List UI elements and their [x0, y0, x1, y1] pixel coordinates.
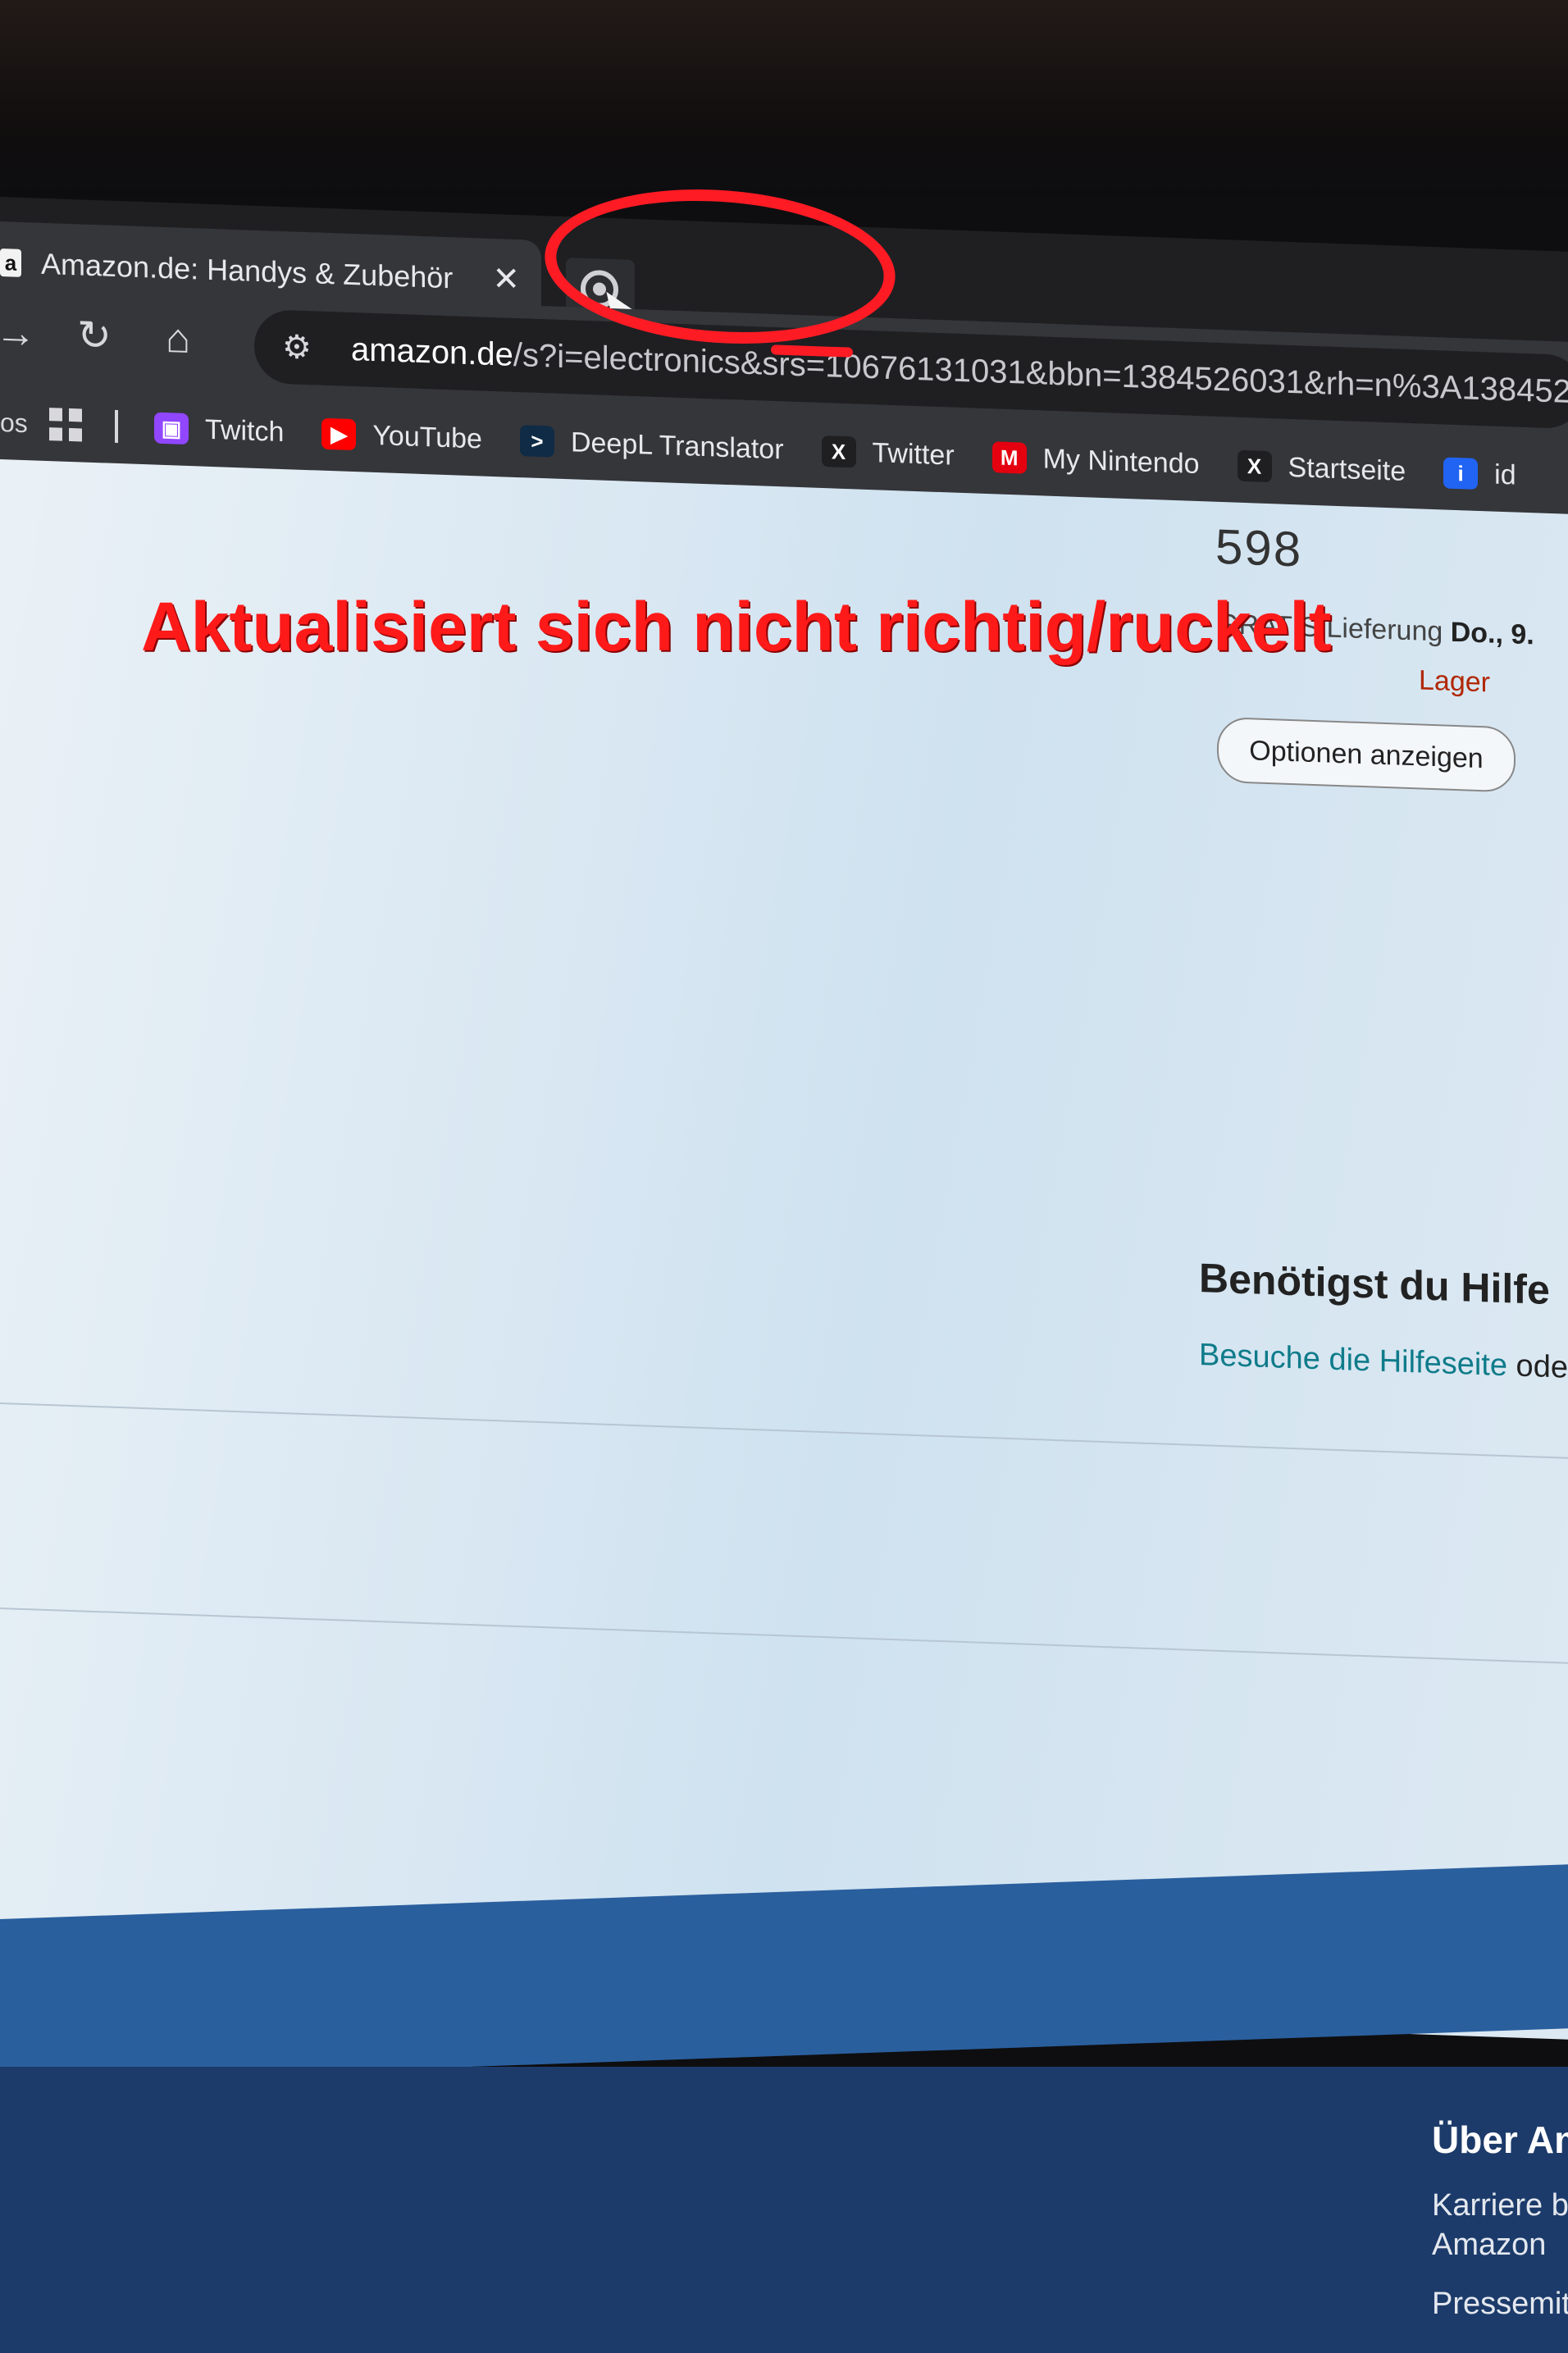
help-text-rest: ode [1507, 1348, 1568, 1385]
footer-link[interactable]: Pressemit [1432, 2287, 1568, 2322]
monitor-bezel [0, 0, 1568, 197]
bookmark-item[interactable]: > DeepL Translator [519, 425, 784, 466]
x-icon: X [821, 435, 856, 468]
indeed-icon: i [1443, 457, 1479, 490]
bookmark-item[interactable]: i id [1443, 457, 1516, 491]
footer-link[interactable]: Karriere b [1432, 2188, 1568, 2223]
url-host: amazon.de [351, 331, 513, 373]
footer: Über Am Karriere b Amazon Pressemit [0, 2067, 1568, 2353]
help-page-link[interactable]: Besuche die Hilfeseite [1199, 1338, 1507, 1383]
bookmark-apps-label[interactable]: os [0, 408, 49, 440]
delivery-date: Do., 9. [1450, 616, 1534, 651]
help-text: Besuche die Hilfeseite ode [1199, 1338, 1568, 1386]
footer-heading: Über Am [1432, 2118, 1568, 2161]
apps-grid-icon[interactable] [49, 408, 82, 442]
twitch-icon: ▣ [154, 412, 189, 445]
forward-icon[interactable]: → [0, 308, 36, 358]
close-icon[interactable]: ✕ [492, 260, 520, 299]
divider [0, 1607, 1568, 1664]
amazon-favicon-icon: a [0, 249, 21, 277]
bookmark-label: Twitch [205, 413, 285, 448]
product-price: 598 [1215, 518, 1303, 577]
stock-status: Lager [1419, 664, 1490, 699]
bookmark-label: My Nintendo [1042, 442, 1200, 480]
bookmark-item[interactable]: X Startseite [1237, 449, 1406, 487]
bookmark-item[interactable]: X Twitter [821, 435, 955, 472]
bookmark-item[interactable]: M My Nintendo [991, 441, 1200, 481]
bookmark-item[interactable]: ▣ Twitch [154, 412, 284, 449]
amazon-page: 598 GRATIS Lieferung Do., 9. Lager Optio… [0, 459, 1568, 2040]
show-options-button[interactable]: Optionen anzeigen [1217, 716, 1516, 793]
divider [0, 1402, 1568, 1459]
help-heading: Benötigst du Hilfe [1199, 1255, 1550, 1313]
deepl-icon: > [519, 425, 554, 458]
mario-icon: M [991, 441, 1027, 474]
tab-title: Amazon.de: Handys & Zubehör [41, 246, 454, 295]
home-icon[interactable]: ⌂ [166, 314, 190, 363]
bookmark-item[interactable]: ▶ YouTube [321, 417, 482, 455]
bookmark-label: Startseite [1288, 451, 1406, 487]
bookmark-label: Twitter [872, 436, 955, 472]
bookmark-label: id [1494, 458, 1516, 491]
x-icon: X [1237, 449, 1272, 483]
youtube-icon: ▶ [321, 417, 357, 451]
bookmark-label: YouTube [372, 419, 482, 455]
bookmark-separator [115, 409, 118, 444]
footer-link[interactable]: Amazon [1432, 2228, 1546, 2263]
url-path: /s?i=electronics&srs=10676131031&bbn=138… [513, 336, 1568, 410]
bookmark-label: DeepL Translator [570, 426, 784, 465]
reload-icon[interactable]: ↻ [77, 311, 112, 359]
annotation-text: Aktualisiert sich nicht richtig/ruckelt [141, 588, 1332, 666]
site-settings-icon[interactable]: ⚙ [282, 328, 331, 367]
